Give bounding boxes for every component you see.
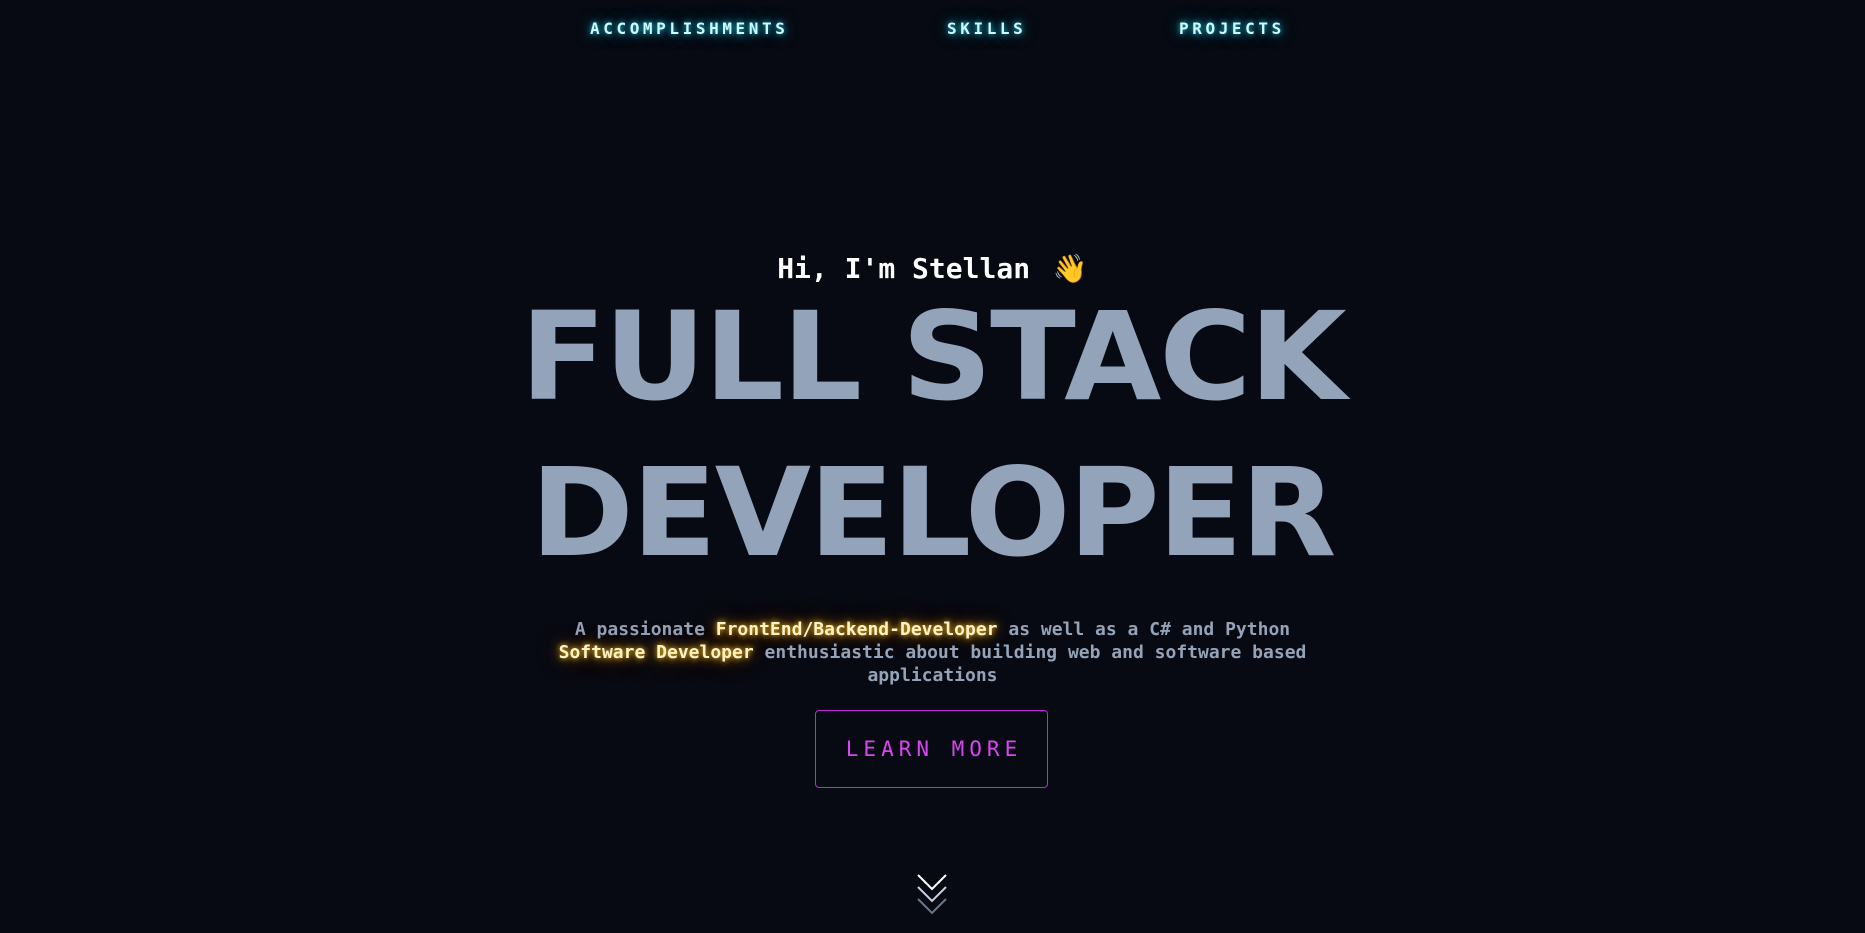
tagline-highlight-software-developer: Software Developer xyxy=(558,642,754,663)
tagline-text-1: A passionate xyxy=(574,619,716,640)
top-navigation: ACCOMPLISHMENTS SKILLS PROJECTS xyxy=(0,0,1865,60)
tagline-text-3: enthusiastic about building web and soft… xyxy=(753,642,1307,686)
waving-hand-icon: 👋 xyxy=(1052,252,1088,285)
learn-more-button[interactable]: LEARN MORE xyxy=(815,710,1048,788)
hero-title-line-1: FULL STACK xyxy=(520,286,1347,428)
nav-link-skills[interactable]: SKILLS xyxy=(947,19,1026,38)
tagline-highlight-frontend-backend: FrontEnd/Backend-Developer xyxy=(715,619,998,640)
hero-tagline: A passionate FrontEnd/Backend-Developer … xyxy=(540,618,1325,687)
tagline-text-2: as well as a C# and Python xyxy=(997,619,1291,640)
hero-title-line-2: DEVELOPER xyxy=(530,442,1337,584)
hero-greeting: Hi, I'm Stellan 👋 xyxy=(0,252,1865,285)
nav-link-projects[interactable]: PROJECTS xyxy=(1179,19,1285,38)
scroll-down-button[interactable] xyxy=(916,873,948,919)
greeting-text: Hi, I'm Stellan xyxy=(777,252,1031,285)
chevron-double-down-icon xyxy=(917,874,947,915)
nav-link-accomplishments[interactable]: ACCOMPLISHMENTS xyxy=(590,19,789,38)
